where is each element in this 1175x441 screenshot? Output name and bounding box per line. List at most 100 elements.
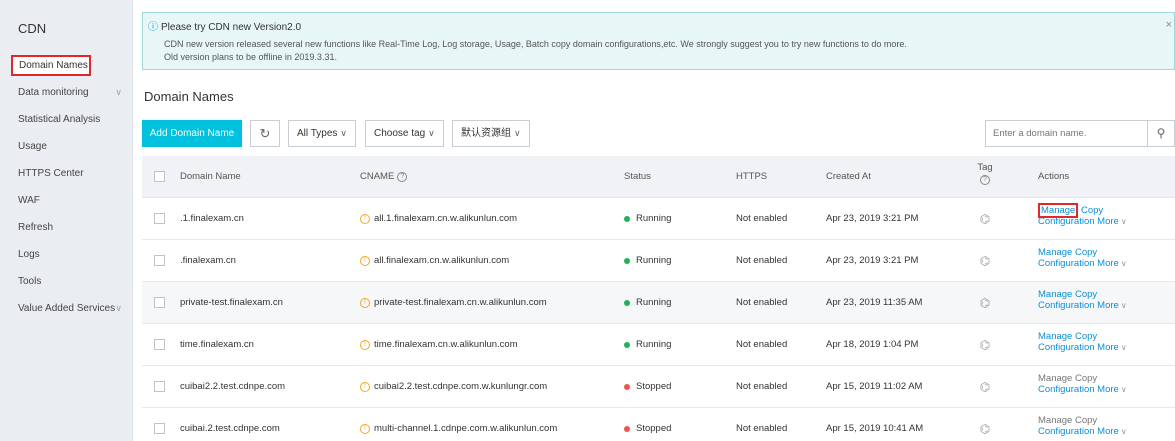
https-cell: Not enabled	[736, 297, 788, 308]
manage-link[interactable]: Manage	[1038, 373, 1072, 384]
sidebar-item-label: Value Added Services	[18, 303, 116, 314]
sidebar-item[interactable]: Tools	[0, 268, 132, 295]
tag-icon[interactable]: ⌬	[975, 324, 995, 365]
sidebar-item-label: Logs	[18, 249, 40, 260]
more-link[interactable]: More	[1097, 258, 1119, 269]
sidebar-item-label: WAF	[18, 195, 40, 206]
help-icon[interactable]: ?	[397, 171, 408, 182]
manage-link[interactable]: Manage	[1038, 331, 1072, 342]
tag-icon[interactable]: ⌬	[975, 282, 995, 323]
cname-value: multi-channel.1.cdnpe.com.w.alikunlun.co…	[374, 423, 558, 434]
more-link[interactable]: More	[1097, 426, 1119, 437]
row-checkbox[interactable]	[154, 213, 165, 224]
header-actions: Actions	[1038, 171, 1070, 182]
https-cell: Not enabled	[736, 381, 788, 392]
chevron-down-icon: ∨	[1120, 385, 1127, 394]
status-cell: Running	[624, 324, 671, 365]
search-icon[interactable]: ⚲	[1147, 120, 1175, 147]
tag-filter-label: Choose tag	[374, 128, 426, 139]
configuration-link[interactable]: Configuration	[1038, 384, 1095, 395]
cname-value: private-test.finalexam.cn.w.alikunlun.co…	[374, 297, 547, 308]
copy-link[interactable]: Copy	[1075, 289, 1097, 300]
help-icon[interactable]: ?	[980, 175, 990, 185]
https-cell: Not enabled	[736, 255, 788, 266]
actions-cell: Manage Copy Configuration More ∨	[1038, 408, 1127, 441]
close-icon[interactable]: ×	[1166, 19, 1172, 31]
search-input[interactable]	[985, 120, 1148, 147]
info-icon: ⓘ	[148, 22, 158, 33]
configuration-link[interactable]: Configuration	[1038, 300, 1095, 311]
https-cell: Not enabled	[736, 213, 788, 224]
copy-link[interactable]: Copy	[1081, 205, 1103, 216]
configuration-link[interactable]: Configuration	[1038, 258, 1095, 269]
domain-name: cuibai.2.test.cdnpe.com	[180, 423, 280, 434]
cname-cell: ! private-test.finalexam.cn.w.alikunlun.c…	[360, 282, 547, 323]
sidebar-item[interactable]: Domain Names	[0, 52, 132, 79]
actions-cell: Manage Copy Configuration More ∨	[1038, 282, 1127, 323]
status-cell: Stopped	[624, 408, 671, 441]
sidebar-item[interactable]: Refresh	[0, 214, 132, 241]
warning-icon: !	[360, 297, 370, 308]
sidebar-item[interactable]: Data monitoring ∨	[0, 79, 132, 106]
actions-cell: Manage Copy Configuration More ∨	[1038, 324, 1127, 365]
chevron-down-icon: ∨	[514, 128, 521, 138]
manage-link[interactable]: Manage	[1038, 289, 1072, 300]
sidebar: CDN Domain Names Data monitoring ∨ Statisti…	[0, 0, 133, 441]
sidebar-item-label: Statistical Analysis	[18, 114, 101, 125]
tag-filter-dropdown[interactable]: Choose tag ∨	[365, 120, 444, 147]
row-checkbox[interactable]	[154, 297, 165, 308]
copy-link[interactable]: Copy	[1075, 373, 1097, 384]
status-cell: Stopped	[624, 366, 671, 407]
sidebar-item[interactable]: Value Added Services ∨	[0, 295, 132, 322]
select-all-checkbox[interactable]	[154, 171, 165, 182]
sidebar-item-label: Tools	[18, 276, 42, 287]
sidebar-item[interactable]: Statistical Analysis	[0, 106, 132, 133]
more-link[interactable]: More	[1097, 384, 1119, 395]
table-row: cuibai.2.test.cdnpe.com ! multi-channel.1…	[142, 408, 1175, 441]
row-checkbox[interactable]	[154, 381, 165, 392]
status-cell: Running	[624, 198, 671, 239]
tag-icon[interactable]: ⌬	[975, 366, 995, 407]
chevron-down-icon: ∨	[340, 128, 347, 138]
chevron-down-icon: ∨	[115, 303, 122, 313]
configuration-link[interactable]: Configuration	[1038, 426, 1095, 437]
configuration-link[interactable]: Configuration	[1038, 216, 1095, 227]
sidebar-item[interactable]: Logs	[0, 241, 132, 268]
notice-title: Please try CDN new Version2.0	[161, 22, 302, 33]
row-checkbox[interactable]	[154, 255, 165, 266]
domain-name: .finalexam.cn	[180, 255, 236, 266]
more-link[interactable]: More	[1097, 300, 1119, 311]
manage-link[interactable]: Manage	[1038, 415, 1072, 426]
warning-icon: !	[360, 381, 370, 392]
row-checkbox[interactable]	[154, 339, 165, 350]
cname-cell: ! all.1.finalexam.cn.w.alikunlun.com	[360, 198, 517, 239]
sidebar-item[interactable]: HTTPS Center	[0, 160, 132, 187]
copy-link[interactable]: Copy	[1075, 331, 1097, 342]
type-filter-dropdown[interactable]: All Types ∨	[288, 120, 356, 147]
cname-value: time.finalexam.cn.w.alikunlun.com	[374, 339, 518, 350]
more-link[interactable]: More	[1097, 342, 1119, 353]
domain-name: time.finalexam.cn	[180, 339, 254, 350]
more-link[interactable]: More	[1097, 216, 1119, 227]
cname-value: all.finalexam.cn.w.alikunlun.com	[374, 255, 510, 266]
tag-icon[interactable]: ⌬	[975, 240, 995, 281]
manage-link[interactable]: Manage	[1038, 247, 1072, 258]
tag-icon[interactable]: ⌬	[975, 198, 995, 239]
copy-link[interactable]: Copy	[1075, 415, 1097, 426]
add-domain-button[interactable]: Add Domain Name	[142, 120, 242, 147]
configuration-link[interactable]: Configuration	[1038, 342, 1095, 353]
warning-icon: !	[360, 213, 370, 224]
warning-icon: !	[360, 339, 370, 350]
row-checkbox[interactable]	[154, 423, 165, 434]
sidebar-item-label: Domain Names	[11, 55, 91, 76]
header-cname-label: CNAME	[360, 171, 395, 182]
sidebar-item[interactable]: WAF	[0, 187, 132, 214]
tag-icon[interactable]: ⌬	[975, 408, 995, 441]
resource-group-dropdown[interactable]: 默认资源组 ∨	[452, 120, 530, 147]
copy-link[interactable]: Copy	[1075, 247, 1097, 258]
status-text: Running	[636, 213, 672, 224]
sidebar-item[interactable]: Usage	[0, 133, 132, 160]
header-cname: CNAME?	[360, 156, 408, 197]
chevron-down-icon: ∨	[115, 87, 122, 97]
refresh-icon[interactable]: ↻	[250, 120, 280, 147]
